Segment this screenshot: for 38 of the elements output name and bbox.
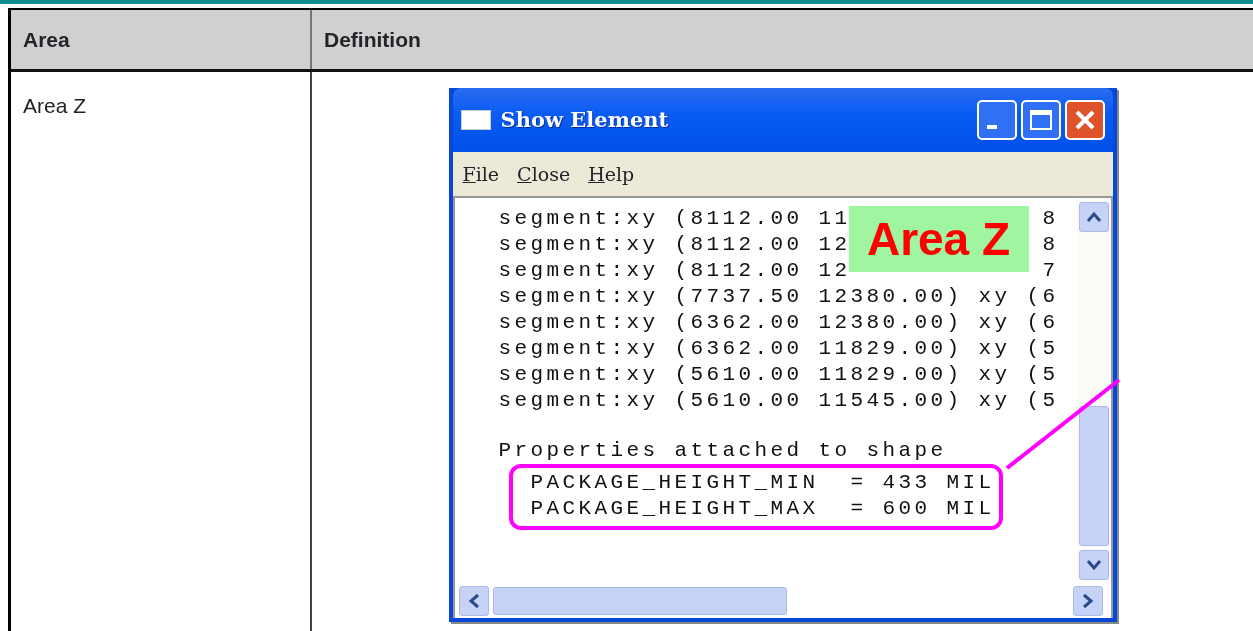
scroll-left-button[interactable]	[458, 586, 489, 616]
code-line: segment:xy (6362.00 12380.00) xy (6	[498, 310, 1059, 336]
menu-item[interactable]: File	[462, 159, 500, 189]
chevron-left-icon	[467, 593, 480, 609]
code-line: segment:xy (7737.50 12380.00) xy (6	[498, 284, 1059, 310]
window-icon	[460, 110, 491, 130]
maximize-icon	[1028, 109, 1053, 131]
close-button[interactable]	[1064, 100, 1105, 140]
code-line: segment:xy (5610.00 11545.00) xy (5	[498, 388, 1059, 414]
code-line: 8	[1042, 232, 1059, 258]
minimize-button[interactable]	[976, 100, 1017, 140]
area-label: Area Z	[848, 206, 1029, 272]
menu-item[interactable]: Close	[517, 159, 571, 189]
minimize-icon	[986, 125, 997, 129]
window-title: Show Element	[500, 106, 669, 135]
code-line: Properties attached to shape	[498, 438, 948, 464]
column-header: Area	[11, 10, 312, 69]
scroll-thumb[interactable]	[492, 587, 787, 615]
maximize-button[interactable]	[1020, 100, 1061, 140]
code-line: segment:xy (8112.00 12	[498, 232, 851, 258]
code-line: 7	[1042, 258, 1059, 284]
scroll-thumb[interactable]	[1078, 406, 1109, 546]
code-line: segment:xy (8112.00 11	[498, 206, 851, 232]
column-header: Definition	[323, 26, 422, 53]
scroll-right-button[interactable]	[1072, 586, 1103, 616]
menu-item[interactable]: Help	[588, 159, 635, 189]
table-cell: Area Z	[11, 72, 312, 631]
code-line: segment:xy (6362.00 11829.00) xy (5	[498, 336, 1059, 362]
code-line: 8	[1042, 206, 1059, 232]
scroll-down-button[interactable]	[1078, 550, 1109, 580]
code-line: segment:xy (8112.00 12	[498, 258, 851, 284]
chevron-up-icon	[1085, 211, 1102, 223]
scroll-up-button[interactable]	[1078, 202, 1109, 232]
chevron-right-icon	[1081, 593, 1094, 609]
chevron-down-icon	[1085, 559, 1102, 571]
code-line: PACKAGE_HEIGHT_MAX = 600 MIL	[530, 496, 996, 522]
code-line: PACKAGE_HEIGHT_MIN = 433 MIL	[530, 470, 996, 496]
code-line: segment:xy (5610.00 11829.00) xy (5	[498, 362, 1059, 388]
